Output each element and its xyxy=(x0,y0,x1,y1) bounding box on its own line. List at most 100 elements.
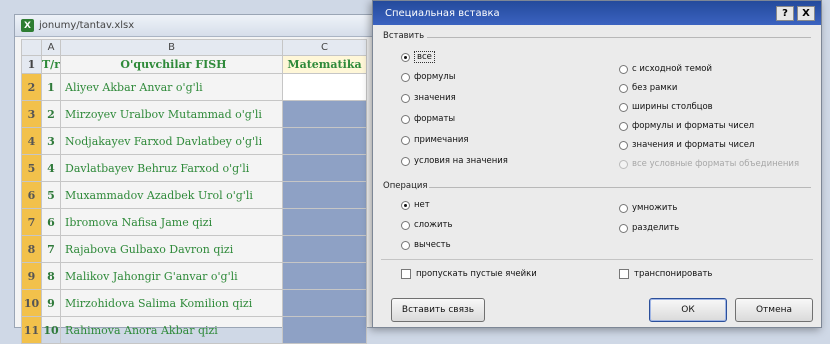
cell-grade[interactable] xyxy=(282,262,367,290)
radio-label: сложить xyxy=(414,220,453,230)
spreadsheet-titlebar: X jonumy/tantav.xlsx xyxy=(15,15,433,37)
column-header-b[interactable]: B xyxy=(60,39,283,56)
transpose-checkbox[interactable]: транспонировать xyxy=(619,269,712,279)
cell-student-name[interactable]: Rahimova Anora Akbar qizi xyxy=(60,316,283,344)
close-button[interactable]: X xyxy=(797,5,815,21)
radio-label: значения и форматы чисел xyxy=(632,140,755,150)
paste-no-borders-radio[interactable]: без рамки xyxy=(619,83,677,93)
ok-button[interactable]: ОК xyxy=(649,298,727,322)
cell-student-name[interactable]: Mirzohidova Salima Komilion qizi xyxy=(60,289,283,317)
cell-number[interactable]: 5 xyxy=(41,181,61,209)
dialog-controls: ? X xyxy=(776,5,815,21)
row-header[interactable]: 11 xyxy=(21,316,42,344)
cell-student-name[interactable]: Rajabova Gulbaxo Davron qizi xyxy=(60,235,283,263)
cell-number[interactable]: 9 xyxy=(41,289,61,317)
radio-dot xyxy=(401,200,410,210)
select-all-corner[interactable] xyxy=(21,39,42,56)
cell-student-name[interactable]: Ibromova Nafisa Jame qizi xyxy=(60,208,283,236)
operation-multiply-radio[interactable]: умножить xyxy=(619,203,677,213)
radio-dot xyxy=(619,64,628,74)
column-header-c[interactable]: C xyxy=(282,39,367,56)
cell-student-name[interactable]: Mirzoyev Uralbov Mutammad o'g'li xyxy=(60,100,283,128)
cell-student-name[interactable]: Aliyev Akbar Anvar o'g'li xyxy=(60,73,283,101)
cell-grade[interactable] xyxy=(282,316,367,344)
header-cell-number[interactable]: T/r xyxy=(41,55,61,74)
radio-label: значения xyxy=(414,93,456,103)
radio-label: форматы xyxy=(414,114,456,124)
radio-label: все условные форматы объединения xyxy=(632,159,800,169)
checkbox-label: транспонировать xyxy=(634,269,713,279)
paste-formats-radio[interactable]: форматы xyxy=(401,114,455,124)
operation-divide-radio[interactable]: разделить xyxy=(619,223,679,233)
paste-validation-radio[interactable]: условия на значения xyxy=(401,156,508,166)
cell-number[interactable]: 1 xyxy=(41,73,61,101)
radio-dot xyxy=(619,102,628,112)
header-cell-name[interactable]: O'quvchilar FISH xyxy=(60,55,283,74)
operation-add-radio[interactable]: сложить xyxy=(401,220,452,230)
cell-student-name[interactable]: Muxammadov Azadbek Urol o'g'li xyxy=(60,181,283,209)
row-header[interactable]: 1 xyxy=(21,55,42,74)
cell-number[interactable]: 3 xyxy=(41,127,61,155)
cell-grade[interactable] xyxy=(282,289,367,317)
paste-group-label: Вставить xyxy=(383,31,425,41)
cell-grade[interactable] xyxy=(282,127,367,155)
paste-values-radio[interactable]: значения xyxy=(401,93,456,103)
cell-number[interactable]: 7 xyxy=(41,235,61,263)
cancel-button[interactable]: Отмена xyxy=(735,298,813,322)
spreadsheet-window: X jonumy/tantav.xlsx A B C 1 T/r O'quvch… xyxy=(14,14,434,344)
paste-column-widths-radio[interactable]: ширины столбцов xyxy=(619,102,713,112)
dialog-separator xyxy=(381,259,813,260)
cell-grade[interactable] xyxy=(282,73,367,101)
cell-number[interactable]: 8 xyxy=(41,262,61,290)
radio-dot xyxy=(619,203,628,213)
cell-grade[interactable] xyxy=(282,208,367,236)
paste-formulas-number-formats-radio[interactable]: формулы и форматы чисел xyxy=(619,121,754,131)
row-header[interactable]: 7 xyxy=(21,208,42,236)
cell-number[interactable]: 2 xyxy=(41,100,61,128)
paste-formulas-radio[interactable]: формулы xyxy=(401,72,455,82)
operation-none-radio[interactable]: нет xyxy=(401,200,430,210)
paste-link-button[interactable]: Вставить связь xyxy=(391,298,485,322)
column-header-a[interactable]: A xyxy=(41,39,61,56)
row-header[interactable]: 3 xyxy=(21,100,42,128)
paste-values-number-formats-radio[interactable]: значения и форматы чисел xyxy=(619,140,754,150)
paste-merge-conditional-formats-radio: все условные форматы объединения xyxy=(619,159,799,169)
paste-comments-radio[interactable]: примечания xyxy=(401,135,469,145)
row-header[interactable]: 5 xyxy=(21,154,42,182)
radio-dot xyxy=(401,220,410,230)
radio-dot xyxy=(401,135,410,145)
row-header[interactable]: 9 xyxy=(21,262,42,290)
cell-grade[interactable] xyxy=(282,235,367,263)
cell-student-name[interactable]: Malikov Jahongir G'anvar o'g'li xyxy=(60,262,283,290)
radio-dot xyxy=(401,93,410,103)
paste-all-radio[interactable]: все xyxy=(401,51,435,63)
row-header[interactable]: 8 xyxy=(21,235,42,263)
cell-grade[interactable] xyxy=(282,154,367,182)
cell-student-name[interactable]: Davlatbayev Behruz Farxod o'g'li xyxy=(60,154,283,182)
excel-icon: X xyxy=(21,19,34,32)
skip-blanks-checkbox[interactable]: пропускать пустые ячейки xyxy=(401,269,537,279)
header-cell-subject[interactable]: Matematika xyxy=(282,55,367,74)
help-button[interactable]: ? xyxy=(776,5,794,21)
cell-grade[interactable] xyxy=(282,100,367,128)
checkbox-box xyxy=(401,269,411,279)
dialog-title: Специальная вставка xyxy=(385,7,500,19)
paste-special-dialog: Специальная вставка ? X Вставить все фор… xyxy=(372,0,822,328)
radio-label: формулы xyxy=(414,72,456,82)
row-header[interactable]: 2 xyxy=(21,73,42,101)
cell-number[interactable]: 4 xyxy=(41,154,61,182)
row-header[interactable]: 6 xyxy=(21,181,42,209)
radio-label: ширины столбцов xyxy=(632,102,713,112)
radio-dot xyxy=(401,114,410,124)
radio-dot xyxy=(619,159,628,169)
paste-source-theme-radio[interactable]: с исходной темой xyxy=(619,64,712,74)
checkbox-label: пропускать пустые ячейки xyxy=(416,269,537,279)
cell-number[interactable]: 6 xyxy=(41,208,61,236)
cell-number[interactable]: 10 xyxy=(41,316,61,344)
cell-grade[interactable] xyxy=(282,181,367,209)
row-header[interactable]: 4 xyxy=(21,127,42,155)
radio-dot xyxy=(619,83,628,93)
cell-student-name[interactable]: Nodjakayev Farxod Davlatbey o'g'li xyxy=(60,127,283,155)
row-header[interactable]: 10 xyxy=(21,289,42,317)
operation-subtract-radio[interactable]: вычесть xyxy=(401,240,451,250)
